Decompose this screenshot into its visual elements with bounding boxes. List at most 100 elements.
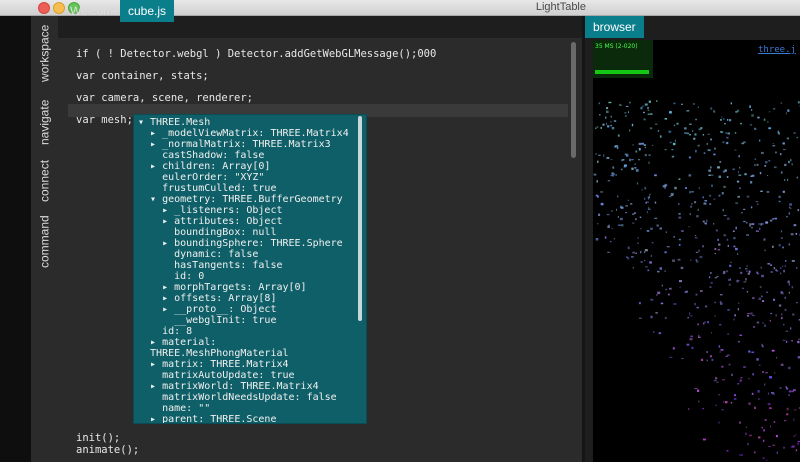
particle: [754, 158, 757, 160]
particle: [681, 230, 684, 232]
particle: [651, 242, 654, 244]
particle: [648, 206, 650, 209]
particle: [720, 118, 722, 121]
particle: [768, 111, 771, 113]
particle: [760, 190, 763, 192]
particle: [623, 164, 627, 167]
particle: [748, 350, 751, 353]
particle: [631, 159, 634, 161]
particle: [738, 421, 741, 424]
particle: [684, 187, 687, 189]
particle: [719, 324, 722, 326]
particle: [709, 286, 712, 288]
particle: [631, 222, 635, 224]
particle: [715, 229, 718, 232]
particle: [758, 398, 760, 400]
particle: [788, 243, 790, 246]
particle: [738, 302, 740, 304]
particle: [787, 109, 790, 112]
sidebar-item-command[interactable]: command: [31, 212, 58, 272]
particle: [638, 302, 641, 305]
particle: [648, 195, 650, 198]
particle: [784, 296, 786, 299]
inspector-row[interactable]: ▸ parent: THREE.Scene: [138, 414, 276, 423]
particle: [785, 387, 789, 390]
particle: [629, 158, 631, 162]
particle: [765, 221, 769, 224]
particle: [611, 227, 613, 230]
threejs-link[interactable]: three.j: [758, 45, 796, 55]
particle: [694, 303, 696, 306]
particle: [730, 261, 732, 263]
particle: [689, 191, 692, 194]
sidebar-item-navigate[interactable]: navigate: [31, 92, 58, 152]
particle: [743, 220, 746, 223]
particle: [726, 136, 729, 139]
particle: [610, 121, 612, 123]
particle: [773, 298, 776, 301]
particle: [680, 266, 684, 269]
editor-scrollbar[interactable]: [571, 42, 576, 158]
particle: [669, 111, 672, 114]
particle: [751, 174, 755, 177]
particle: [774, 372, 776, 374]
particle: [694, 133, 697, 136]
particle: [751, 227, 753, 229]
particle: [704, 200, 708, 202]
particle: [704, 222, 707, 224]
particle: [688, 174, 692, 177]
particle: [702, 134, 705, 136]
sidebar-item-connect[interactable]: connect: [31, 156, 58, 206]
particle: [754, 406, 756, 410]
particle: [769, 376, 772, 379]
particle: [778, 195, 781, 198]
tab-welcome[interactable]: Welcome: [62, 0, 128, 22]
particle: [770, 271, 773, 273]
particle: [779, 387, 782, 389]
particle: [764, 419, 767, 421]
particle: [728, 279, 732, 281]
particle: [599, 114, 601, 116]
particle: [736, 180, 740, 183]
particle: [723, 185, 726, 188]
particle: [745, 426, 748, 428]
object-inspector-popup[interactable]: ▾ THREE.Mesh ▸ _modelViewMatrix: THREE.M…: [133, 114, 367, 424]
particle: [690, 335, 693, 338]
particle: [777, 132, 780, 135]
particle: [642, 105, 645, 107]
inspector-scrollbar[interactable]: [358, 116, 362, 321]
particle: [773, 267, 776, 270]
particle: [617, 134, 620, 137]
particle: [644, 249, 648, 252]
particle: [770, 312, 773, 315]
particle: [617, 195, 619, 198]
particle: [678, 238, 681, 241]
particle: [641, 189, 643, 191]
particle: [752, 373, 754, 376]
particle: [791, 260, 795, 262]
particle: [611, 127, 615, 130]
particle: [721, 116, 723, 118]
particle: [727, 244, 729, 247]
sidebar-item-workspace[interactable]: workspace: [31, 20, 58, 86]
particle: [650, 315, 653, 319]
tab-browser[interactable]: browser: [585, 16, 644, 38]
particle: [727, 333, 729, 335]
particle: [739, 187, 741, 189]
particle: [690, 205, 692, 208]
tab-cube-js[interactable]: cube.js: [120, 0, 175, 22]
particle: [710, 107, 713, 110]
webgl-canvas[interactable]: [593, 40, 800, 462]
particle: [761, 222, 764, 225]
particle: [593, 173, 597, 176]
particle: [718, 194, 721, 197]
particle: [654, 123, 658, 125]
particle: [710, 138, 712, 141]
particle: [721, 365, 724, 368]
particle: [678, 213, 681, 215]
particle: [751, 114, 754, 117]
particle: [722, 141, 725, 144]
particle: [640, 250, 642, 254]
particle: [784, 265, 787, 267]
particle: [727, 354, 730, 356]
